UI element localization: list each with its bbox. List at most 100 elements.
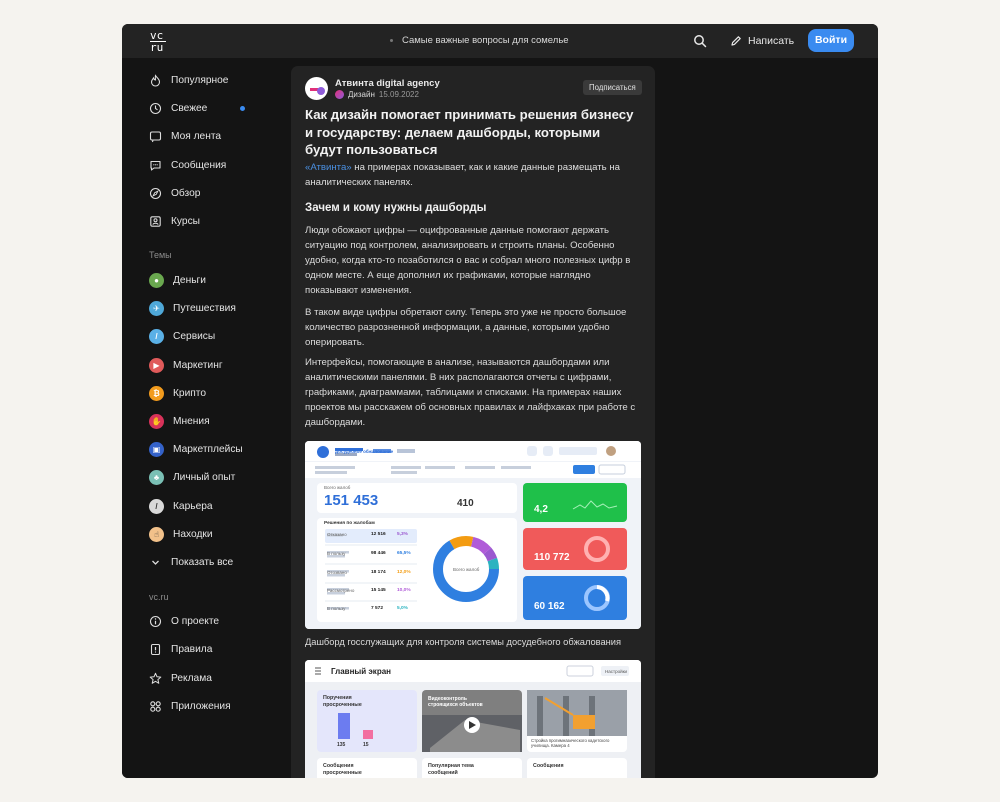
- app-window: vc ru Самые важные вопросы для сомелье Н…: [122, 24, 878, 778]
- topic-travel[interactable]: ✈ Путешествия: [149, 298, 236, 318]
- author-name[interactable]: Атвинта digital agency: [335, 78, 440, 89]
- write-button[interactable]: Написать: [724, 30, 800, 52]
- career-icon: /: [149, 498, 164, 514]
- vc-section-header: vc.ru: [149, 592, 169, 602]
- row-label: Отозвано: [327, 570, 347, 575]
- topic-label: Крипто: [173, 387, 207, 399]
- side-value: 410: [457, 498, 474, 509]
- sidebar-item-ads[interactable]: Реклама: [149, 668, 212, 688]
- services-icon: /: [149, 328, 164, 344]
- header-promo[interactable]: Самые важные вопросы для сомелье: [390, 35, 569, 46]
- row-label: Рассмотрено: [327, 588, 355, 593]
- red-card-value: 110 772: [534, 552, 570, 563]
- total-value: 151 453: [324, 492, 379, 509]
- sidebar-item-rules[interactable]: Правила: [149, 639, 212, 659]
- category-icon: [335, 90, 344, 99]
- topic-label: Находки: [173, 528, 213, 540]
- donut-label: Всего жалоб: [453, 567, 480, 572]
- sidebar-label: Популярное: [171, 74, 229, 86]
- topic-opinions[interactable]: ✋ Мнения: [149, 411, 210, 431]
- info-icon: [149, 615, 162, 627]
- lead-link[interactable]: «Атвинта»: [305, 162, 352, 173]
- section-heading: Зачем и кому нужны дашборды: [305, 202, 487, 214]
- dashboard-image-2[interactable]: Главный экран Настройки Поручения просро…: [305, 660, 641, 778]
- topic-label: Сервисы: [173, 330, 216, 342]
- blue-card-value: 60 162: [534, 601, 565, 612]
- row-label: В пользу: [327, 606, 346, 611]
- post-date: 15.09.2022: [378, 90, 419, 99]
- card-messages: Сообщения: [533, 763, 564, 769]
- sidebar-label: Сообщения: [171, 159, 227, 171]
- sidebar-item-fresh[interactable]: Свежее: [149, 98, 246, 118]
- row-pct: 12,0%: [397, 570, 411, 575]
- topic-finds[interactable]: ☝ Находки: [149, 524, 213, 544]
- pencil-icon: [731, 36, 741, 46]
- topic-career[interactable]: / Карьера: [149, 496, 213, 516]
- card-value-1: 135: [337, 742, 346, 748]
- settings-tab: Настройки: [605, 669, 628, 674]
- avatar-dot: [317, 87, 325, 95]
- plane-icon: ✈: [149, 300, 164, 316]
- sidebar-label: О проекте: [171, 615, 220, 627]
- topic-marketing[interactable]: ▶ Маркетинг: [149, 355, 223, 375]
- row-value: 98 446: [371, 551, 386, 556]
- sidebar-item-popular[interactable]: Популярное: [149, 70, 228, 90]
- bitcoin-icon: ₿: [149, 385, 164, 401]
- topic-label: Мнения: [173, 415, 210, 427]
- topic-label: Маркетинг: [173, 359, 223, 371]
- lead-text: на примерах показывает, как и какие данн…: [305, 162, 620, 188]
- sidebar-item-about[interactable]: О проекте: [149, 611, 219, 631]
- money-icon: ●: [149, 272, 164, 288]
- author-avatar[interactable]: [305, 77, 328, 100]
- row-value: 12 516: [371, 532, 386, 537]
- card-video: Видеоконтроль строящихся объектов: [428, 696, 483, 708]
- top-header: vc ru Самые важные вопросы для сомелье Н…: [122, 24, 878, 58]
- row-label: Отказано: [327, 532, 347, 537]
- topic-label: Деньги: [173, 274, 206, 286]
- sidebar-label: Свежее: [171, 102, 208, 114]
- new-indicator-dot: [240, 105, 246, 111]
- row-label: В пользу: [327, 551, 346, 556]
- card-value-2: 15: [363, 742, 369, 748]
- card-popular-topic: Популярная тема сообщений: [428, 763, 474, 776]
- login-button[interactable]: Войти: [808, 29, 854, 52]
- sidebar-item-overview[interactable]: Обзор: [149, 183, 200, 203]
- hand-icon: ✋: [149, 413, 164, 429]
- sidebar-item-courses[interactable]: Курсы: [149, 211, 200, 231]
- apps-icon: [150, 700, 161, 712]
- category-label[interactable]: Дизайн: [348, 90, 375, 99]
- sidebar-item-feed[interactable]: Моя лента: [149, 126, 221, 146]
- topics-header: Темы: [149, 250, 172, 260]
- topic-crypto[interactable]: ₿ Крипто: [149, 383, 206, 403]
- sidebar: Популярное Свежее Моя лента Сообщения Об…: [122, 58, 290, 778]
- row-pct: 5,3%: [397, 532, 408, 537]
- vc-logo[interactable]: vc ru: [150, 30, 170, 54]
- sidebar-label: Моя лента: [171, 130, 222, 142]
- sidebar-item-apps[interactable]: Приложения: [149, 696, 231, 716]
- camera-caption: Стройка прогимназического кадетского учи…: [531, 738, 610, 748]
- sidebar-label: Приложения: [171, 700, 231, 712]
- star-icon: [149, 672, 162, 684]
- topic-personal[interactable]: ♣ Личный опыт: [149, 467, 235, 487]
- row-value: 18 174: [371, 570, 386, 575]
- logo-bottom: ru: [150, 41, 164, 54]
- table-title: Решения по жалобам: [324, 521, 375, 526]
- row-pct: 65,5%: [397, 551, 411, 556]
- header-promo-text: Самые важные вопросы для сомелье: [402, 35, 569, 46]
- tree-icon: ♣: [149, 469, 164, 485]
- dashboard-illustration-1: [305, 441, 641, 629]
- subscribe-button[interactable]: Подписаться: [583, 80, 642, 95]
- topic-label: Карьера: [173, 500, 213, 512]
- topic-services[interactable]: / Сервисы: [149, 326, 215, 346]
- topic-label: Личный опыт: [173, 471, 236, 483]
- cart-icon: ▣: [149, 441, 164, 457]
- topic-marketplaces[interactable]: ▣ Маркетплейсы: [149, 439, 243, 459]
- search-icon[interactable]: [693, 34, 707, 48]
- clock-icon: [149, 102, 162, 114]
- dashboard-image-1[interactable]: Досудебное обжалование Всего жалоб 151 4…: [305, 441, 641, 629]
- sidebar-item-messages[interactable]: Сообщения: [149, 155, 226, 175]
- show-all-topics[interactable]: Показать все: [149, 552, 233, 572]
- promo-dot: [390, 38, 393, 42]
- chat-icon: [150, 160, 161, 171]
- topic-money[interactable]: ● Деньги: [149, 270, 206, 290]
